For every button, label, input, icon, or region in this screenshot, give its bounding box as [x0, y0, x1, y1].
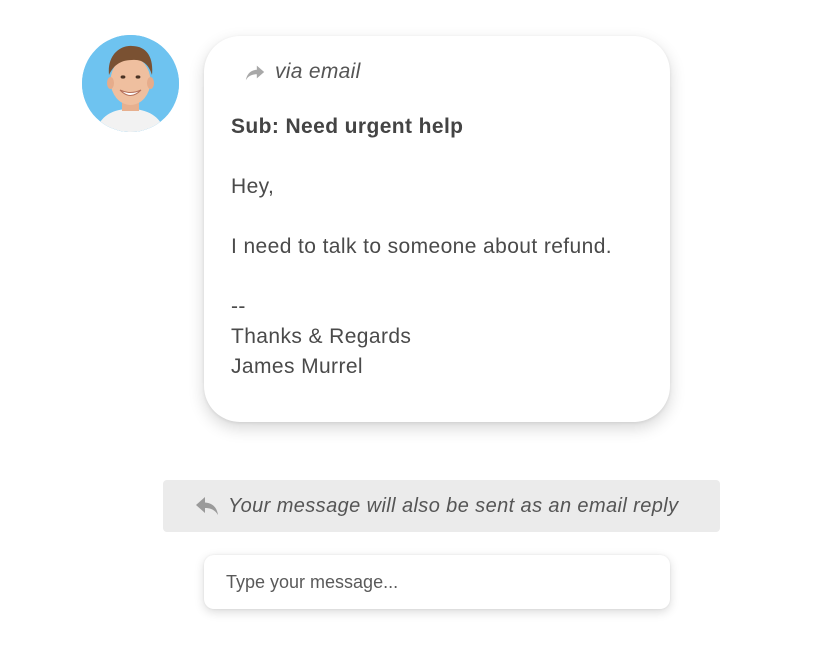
reply-notice-text: Your message will also be sent as an ema… [228, 494, 679, 517]
signature-name: James Murrel [231, 355, 363, 378]
reply-icon [195, 495, 219, 517]
email-body: Sub: Need urgent help Hey, I need to tal… [231, 112, 650, 382]
signature-separator: -- [231, 295, 246, 318]
email-subject: Sub: Need urgent help [231, 115, 464, 138]
email-reply-notice: Your message will also be sent as an ema… [163, 480, 720, 532]
email-message-card: via email Sub: Need urgent help Hey, I n… [204, 36, 670, 422]
forward-icon [244, 61, 266, 83]
sender-avatar [82, 35, 179, 132]
message-input[interactable] [204, 555, 670, 609]
email-message-text: I need to talk to someone about refund. [231, 235, 613, 258]
email-channel-label: via email [275, 60, 361, 83]
signature-closing: Thanks & Regards [231, 325, 412, 348]
person-avatar-icon [82, 35, 179, 132]
email-channel-row: via email [244, 58, 361, 86]
email-greeting: Hey, [231, 175, 275, 198]
